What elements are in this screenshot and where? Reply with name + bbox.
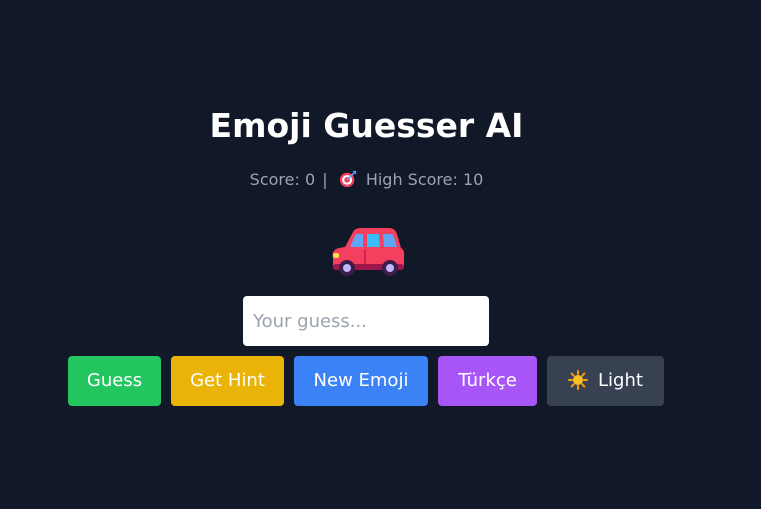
theme-toggle-label: Light [598, 370, 643, 391]
score-text: Score: 0 [249, 170, 316, 189]
score-bar: Score: 0 | High Score: 10 [0, 169, 733, 191]
get-hint-button[interactable]: Get Hint [171, 356, 284, 406]
sun-icon [568, 370, 589, 390]
language-button[interactable]: Türkçe [438, 356, 537, 406]
car-emoji-icon [332, 228, 405, 276]
guess-input[interactable] [243, 296, 489, 346]
target-icon [339, 170, 356, 188]
theme-toggle-button[interactable]: Light [547, 356, 664, 406]
high-score-text: High Score: 10 [365, 170, 484, 189]
guess-button[interactable]: Guess [68, 356, 161, 406]
score-separator: | [322, 170, 328, 189]
page-title: Emoji Guesser AI [209, 106, 524, 145]
app-container: Emoji Guesser AI Score: 0 | High Score: … [0, 0, 761, 509]
new-emoji-button[interactable]: New Emoji [294, 356, 428, 406]
